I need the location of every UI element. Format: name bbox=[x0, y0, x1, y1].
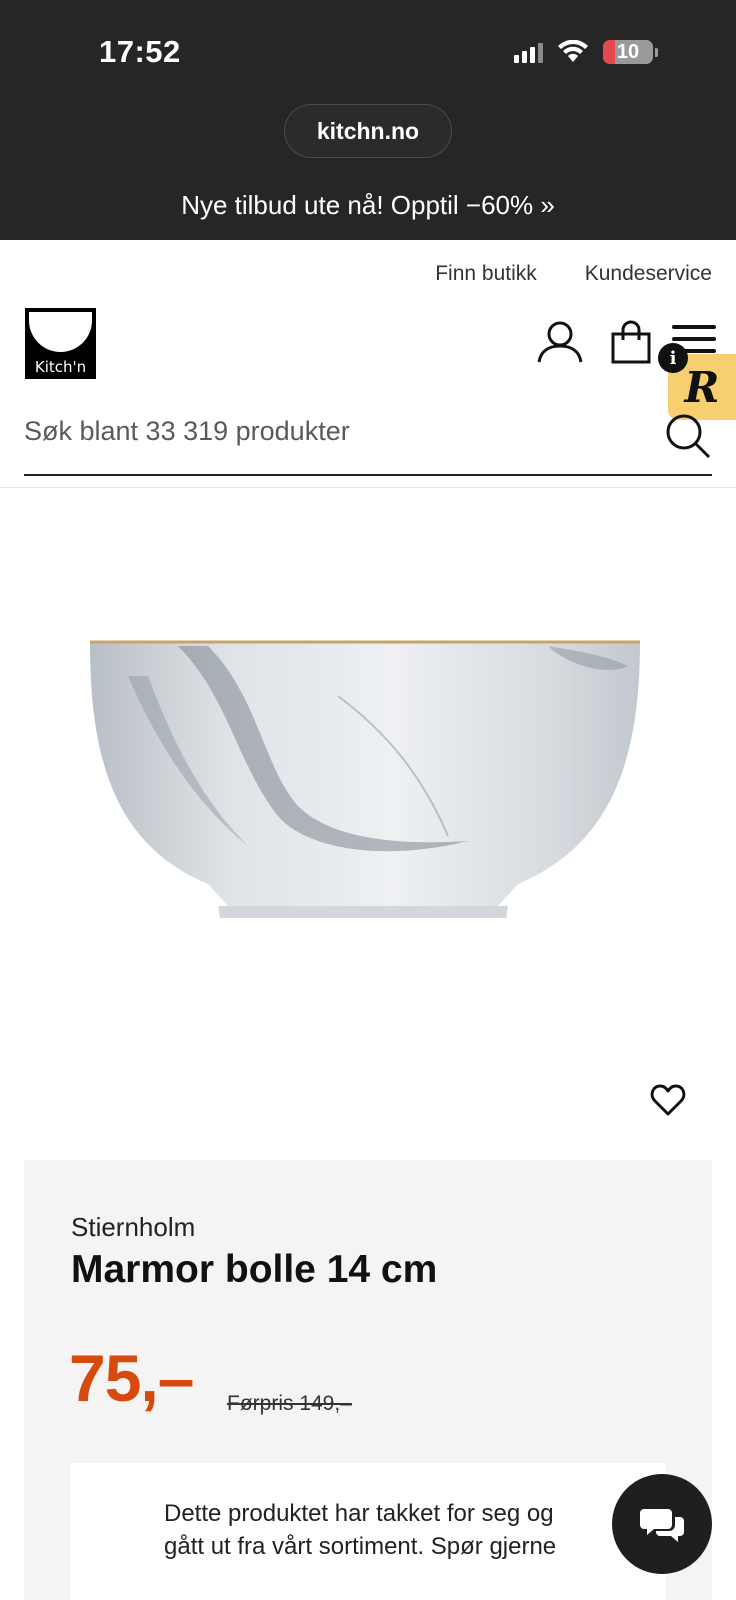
product-price: 75,– bbox=[69, 1341, 194, 1415]
wifi-icon bbox=[558, 40, 588, 62]
product-info-panel: Stiernholm Marmor bolle 14 cm 75,– Førpr… bbox=[24, 1160, 712, 1600]
info-icon[interactable]: i bbox=[658, 343, 688, 373]
search-input[interactable] bbox=[24, 410, 644, 447]
cellular-signal-icon bbox=[514, 41, 543, 63]
site-logo[interactable]: Kitch'n bbox=[25, 308, 96, 379]
battery-level: 10 bbox=[616, 40, 640, 63]
status-icons: 10 bbox=[514, 40, 658, 64]
product-image[interactable] bbox=[88, 636, 642, 926]
discontinued-notice-text: Dette produktet har takket for seg og gå… bbox=[164, 1500, 557, 1560]
battery-icon: 10 bbox=[603, 40, 653, 64]
logo-text: Kitch'n bbox=[34, 358, 87, 376]
find-store-link[interactable]: Finn butikk bbox=[435, 262, 537, 286]
product-old-price: Førpris 149,– bbox=[227, 1392, 352, 1415]
favorite-heart-icon[interactable] bbox=[650, 1083, 686, 1117]
status-bar: 17:52 10 kitchn.no Nye tilbud ute nå! Op… bbox=[0, 0, 736, 240]
header-icons bbox=[536, 320, 652, 364]
search-icon[interactable] bbox=[664, 412, 712, 460]
discontinued-notice: Dette produktet har takket for seg og gå… bbox=[70, 1463, 666, 1600]
product-brand[interactable]: Stiernholm bbox=[71, 1212, 195, 1243]
status-time: 17:52 bbox=[99, 34, 181, 69]
promo-banner[interactable]: Nye tilbud ute nå! Opptil −60% » bbox=[0, 190, 736, 221]
search-bar bbox=[24, 410, 712, 476]
product-title: Marmor bolle 14 cm bbox=[71, 1248, 438, 1291]
shopping-bag-icon[interactable] bbox=[610, 320, 652, 364]
top-links: Finn butikk Kundeservice bbox=[435, 262, 712, 286]
customer-service-link[interactable]: Kundeservice bbox=[585, 262, 712, 286]
chat-bubbles-icon bbox=[640, 1509, 684, 1542]
chat-button[interactable] bbox=[612, 1474, 712, 1574]
address-bar[interactable]: kitchn.no bbox=[284, 104, 452, 158]
account-icon[interactable] bbox=[536, 320, 584, 364]
header-divider bbox=[0, 487, 736, 488]
